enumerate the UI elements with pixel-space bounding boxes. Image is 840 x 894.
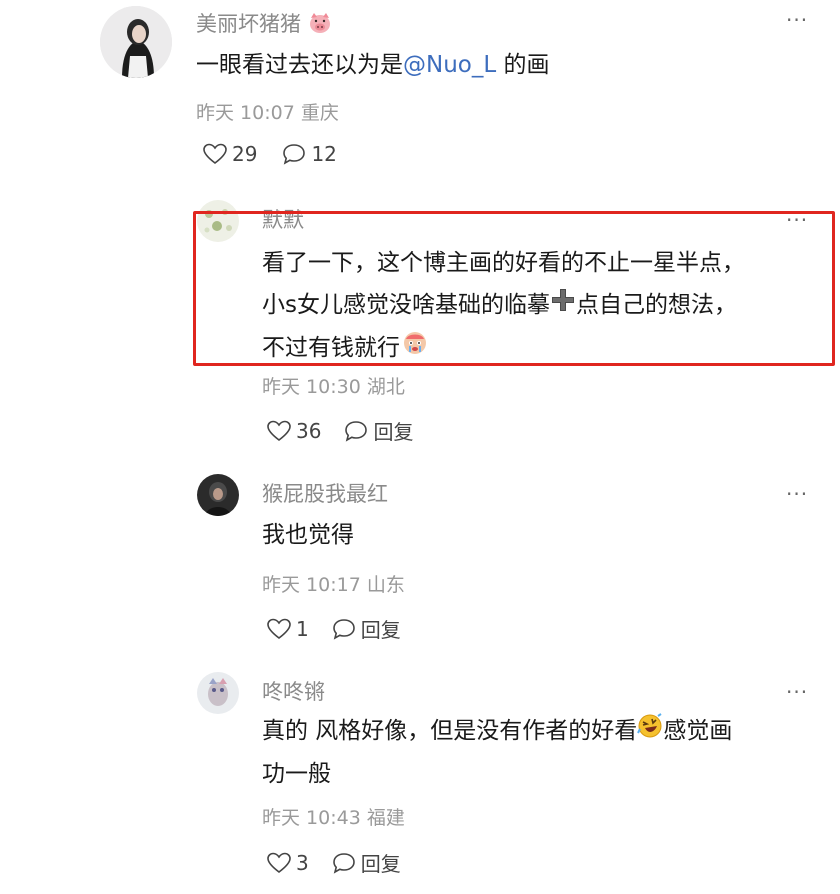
avatar[interactable] xyxy=(197,672,239,714)
reply-button[interactable]: 12 xyxy=(281,142,337,166)
like-count: 1 xyxy=(296,616,309,641)
comment-text: 看了一下，这个博主画的好看的不止一星半点， 小s女儿感觉没啥基础的临摹 点自己的想… xyxy=(262,242,745,369)
comment-line: 不过有钱就行 xyxy=(262,327,745,370)
reply-button[interactable]: 回复 xyxy=(331,848,401,877)
chat-bubble-icon xyxy=(343,419,369,443)
comment-username[interactable]: 猴屁股我最红 xyxy=(262,478,388,508)
reply-button[interactable]: 回复 xyxy=(331,614,401,643)
user-mention-link[interactable]: @Nuo_L xyxy=(403,52,496,78)
comment-line: 小s女儿感觉没啥基础的临摹 点自己的想法， xyxy=(262,284,745,327)
heart-icon xyxy=(266,617,292,641)
heart-icon xyxy=(266,419,292,443)
more-options-button[interactable]: ··· xyxy=(786,8,808,32)
comment-line: 看了一下，这个博主画的好看的不止一星半点， xyxy=(262,250,745,276)
like-count: 3 xyxy=(296,850,309,875)
like-count: 36 xyxy=(296,418,322,443)
comment-text: 真的 风格好像，但是没有作者的好看 感觉画 功一般 xyxy=(262,710,732,795)
like-button[interactable]: 36 xyxy=(266,419,321,443)
reply-button[interactable]: 回复 xyxy=(343,416,413,445)
comment-text: 我也觉得 xyxy=(262,522,354,548)
comment-timestamp: 昨天 10:07 重庆 xyxy=(196,102,339,124)
plus-icon xyxy=(550,285,576,327)
comment-line: 真的 风格好像，但是没有作者的好看 感觉画 xyxy=(262,710,732,753)
reply-label: 回复 xyxy=(360,852,401,876)
like-button[interactable]: 29 xyxy=(202,142,257,166)
more-options-button[interactable]: ··· xyxy=(786,482,808,506)
comment-text: 一眼看过去还以为是@Nuo_L 的画 xyxy=(196,52,550,78)
reply-count: 12 xyxy=(311,142,337,166)
chat-bubble-icon xyxy=(281,142,307,166)
comment-actions: 36 回复 xyxy=(266,416,413,445)
chat-bubble-icon xyxy=(331,617,357,641)
rolling-laughing-face-icon xyxy=(637,711,663,753)
comment-line: 功一般 xyxy=(262,760,331,787)
like-button[interactable]: 1 xyxy=(266,617,309,641)
comment-timestamp: 昨天 10:43 福建 xyxy=(262,807,405,829)
crying-face-icon xyxy=(402,327,428,369)
comment-timestamp: 昨天 10:17 山东 xyxy=(262,574,405,596)
heart-icon xyxy=(266,851,292,875)
like-button[interactable]: 3 xyxy=(266,851,309,875)
comment-username[interactable]: 美丽坏猪猪 xyxy=(196,8,332,39)
comment-username[interactable]: 咚咚锵 xyxy=(262,676,325,706)
reply-label: 回复 xyxy=(360,618,401,642)
avatar[interactable] xyxy=(100,6,172,78)
reply-label: 回复 xyxy=(373,420,414,444)
comment-actions: 3 回复 xyxy=(266,848,401,877)
pig-face-icon xyxy=(308,12,332,39)
more-options-button[interactable]: ··· xyxy=(786,680,808,704)
avatar[interactable] xyxy=(197,474,239,516)
chat-bubble-icon xyxy=(331,851,357,875)
comment-actions: 1 回复 xyxy=(266,614,401,643)
comment-timestamp: 昨天 10:30 湖北 xyxy=(262,376,405,398)
heart-icon xyxy=(202,142,228,166)
like-count: 29 xyxy=(232,142,258,166)
comment-actions: 29 12 xyxy=(202,142,337,166)
